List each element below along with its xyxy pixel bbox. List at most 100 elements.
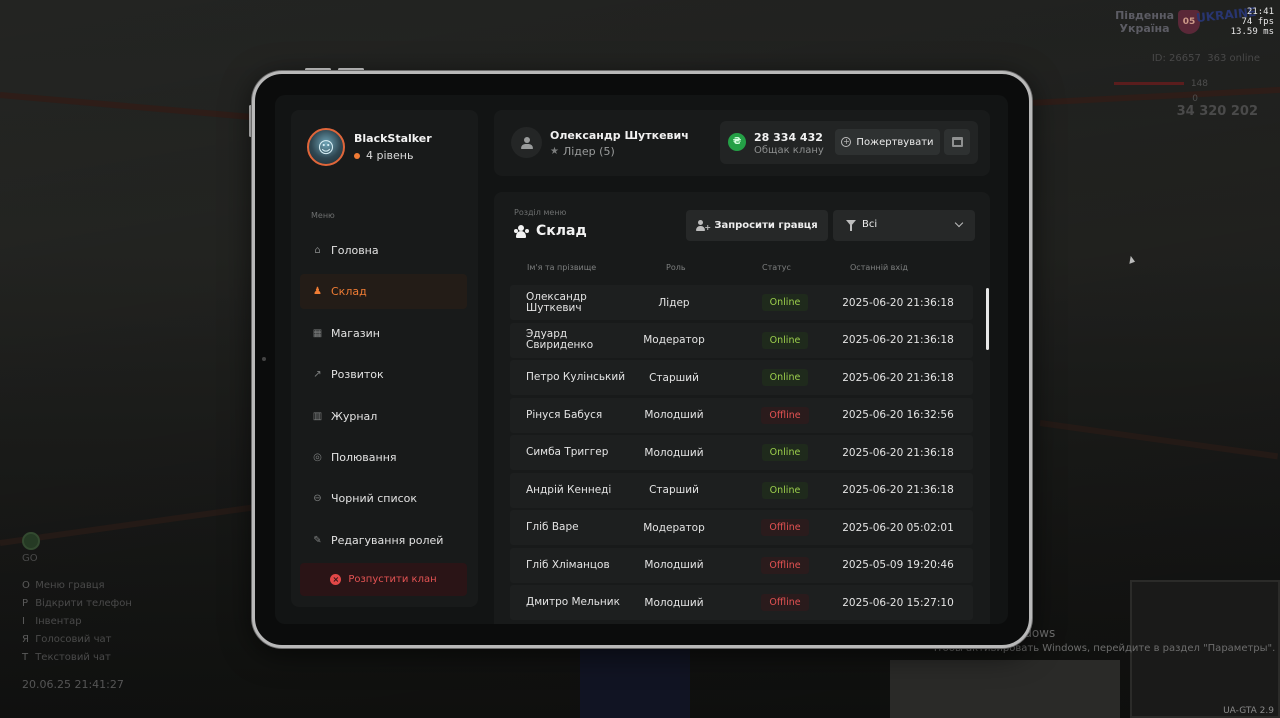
leader-role: ★ Лідер (5) [550, 145, 615, 158]
table-row[interactable]: Эдуард Свириденко Модератор Online 2025-06-… [510, 322, 973, 358]
column-header-name: Ім'я та прізвище [527, 263, 597, 272]
chart-icon: ↗ [313, 369, 322, 381]
member-last-login: 2025-06-20 21:36:18 [842, 296, 954, 309]
sidebar-item[interactable]: ↗ Розвиток [300, 357, 467, 392]
datetime: 20.06.25 21:41:27 [22, 678, 124, 691]
member-last-login: 2025-06-20 21:36:18 [842, 446, 954, 459]
table-scrollbar[interactable] [986, 288, 989, 350]
member-name: Рінуся Бабуся [526, 408, 603, 421]
table-row[interactable]: Гліб Варе Модератор Offline 2025-06-20 05:0… [510, 510, 973, 545]
sidebar-item[interactable]: ✎ Редагування ролей [300, 523, 467, 558]
member-last-login: 2025-06-20 21:36:18 [842, 334, 954, 346]
table-row[interactable]: Олександр Шуткевич Лідер Online 2025-06-20 … [510, 285, 973, 320]
member-role: Старший [649, 371, 699, 384]
status-badge: Online [761, 331, 809, 349]
clock: 21:41 [1246, 7, 1274, 17]
target-icon: ◎ [313, 451, 322, 463]
sidebar-item[interactable]: ⊖ Чорний список [300, 481, 467, 516]
keybind-hint: T Текстовий чат [22, 652, 111, 663]
clan-treasury: ₴ 28 334 432 Общак клану + Пожертвувати [720, 121, 978, 164]
table-row[interactable]: Симба Триггер Молодший Online 2025-06-20 21… [510, 435, 973, 470]
sidebar-item-label: Редагування ролей [331, 533, 444, 547]
user-icon [511, 127, 542, 158]
table-row[interactable]: Рінуся Бабуся Молодший Offline 2025-06-20 1… [510, 397, 973, 433]
radio-label: GO [22, 553, 38, 564]
keybind-label: Текстовий чат [35, 652, 111, 663]
armor-value: 0 [1192, 94, 1198, 104]
member-last-login: 2025-05-09 19:20:46 [842, 559, 954, 571]
section-caption: Розділ меню [514, 208, 567, 217]
status-badge: Offline [761, 594, 809, 611]
role-edit-icon: ✎ [313, 534, 322, 546]
region-label: Південна Україна [1115, 9, 1174, 35]
dissolve-clan-button[interactable]: × Розпустити клан [300, 563, 467, 596]
storage-button[interactable] [944, 129, 970, 155]
performance-stats: 21:41 74 fps 13.59 ms [1231, 7, 1274, 37]
member-status-cell: Online [736, 285, 834, 320]
health-value: 148 [1190, 79, 1208, 89]
column-header-role: Роль [666, 263, 686, 272]
sidebar-item[interactable]: ▦ Магазин [300, 316, 467, 351]
member-last-login: 2025-06-20 21:36:18 [842, 484, 954, 496]
members-panel: Розділ меню Склад + Запросити гравця Всі… [494, 192, 990, 624]
status-filter-select[interactable]: Всі [833, 210, 975, 241]
table-row[interactable]: Дмитро Мельник Молодший Offline 2025-06-20 … [510, 585, 973, 620]
table-row[interactable]: Гліб Хліманцов Молодший Offline 2025-05-09 … [510, 547, 973, 583]
member-role: Старший [649, 484, 699, 496]
member-name: Олександр Шуткевич [526, 290, 587, 314]
member-last-login: 2025-06-20 05:02:01 [842, 521, 954, 534]
status-badge: Offline [761, 556, 809, 574]
sidebar-menu: ⌂ Головна ♟ Склад ▦ Магазин ↗ Розвиток ▥ Журнал ◎ П… [300, 233, 467, 564]
sidebar-item[interactable]: ◎ Полювання [300, 440, 467, 475]
sidebar-item-label: Склад [331, 285, 367, 299]
add-user-icon: + [696, 220, 711, 232]
sidebar: ☺ BlackStalker 4 рівень Меню ⌂ Головна ♟ Ск… [291, 110, 478, 607]
tablet-camera [262, 357, 266, 361]
sidebar-item[interactable]: ⌂ Головна [300, 233, 467, 268]
profile-card: ☺ BlackStalker 4 рівень [307, 128, 432, 166]
member-role: Молодший [644, 446, 704, 459]
journal-icon: ▥ [312, 410, 323, 422]
player-info: ID: 26657 363 online [1151, 53, 1260, 64]
column-header-status: Статус [762, 263, 791, 272]
profile-level: 4 рівень [354, 149, 432, 162]
plus-circle-icon: + [841, 137, 852, 147]
member-status-cell: Offline [736, 510, 834, 545]
donate-button[interactable]: + Пожертвувати [835, 129, 940, 155]
keybind-key: Я [22, 634, 29, 645]
sidebar-item[interactable]: ▥ Журнал [300, 399, 467, 434]
member-status-cell: Offline [736, 398, 834, 433]
keybind-label: Меню гравця [35, 580, 105, 591]
coin-icon: ₴ [728, 133, 746, 151]
level-dot-icon [354, 152, 360, 159]
members-table[interactable]: Олександр Шуткевич Лідер Online 2025-06-20 … [510, 285, 973, 624]
member-name: Андрій Кеннеді [526, 483, 612, 496]
sidebar-item[interactable]: ♟ Склад [300, 274, 467, 310]
sidebar-item-label: Головна [331, 244, 379, 257]
leader-name: Олександр Шуткевич [550, 129, 689, 142]
table-row[interactable]: Андрій Кеннеді Старший Online 2025-06-20 21… [510, 472, 973, 508]
invite-player-button[interactable]: + Запросити гравця [686, 210, 828, 241]
keybind-key: T [22, 652, 29, 663]
table-row[interactable]: Петро Кулінський Старший Online 2025-06-20 … [510, 360, 973, 395]
keybind-hint: O Меню гравця [22, 580, 105, 591]
character-legs [580, 648, 690, 718]
keybind-hint: I Інвентар [22, 616, 82, 627]
member-last-login: 2025-06-20 15:27:10 [842, 596, 954, 609]
member-role: Молодший [644, 409, 704, 421]
member-status-cell: Offline [736, 548, 834, 583]
member-status-cell: Online [736, 435, 834, 470]
section-title: Склад [514, 223, 587, 239]
status-badge: Online [761, 444, 809, 461]
status-badge: Offline [761, 406, 809, 424]
members-icon [514, 224, 529, 238]
keybind-label: Голосовий чат [35, 634, 112, 645]
treasury-label: Общак клану [754, 145, 824, 156]
member-name: Гліб Хліманцов [526, 558, 610, 571]
ping-counter: 13.59 ms [1230, 27, 1274, 37]
keybind-hint: P Відкрити телефон [22, 598, 132, 609]
furniture [890, 660, 1120, 718]
keybind-label: Відкрити телефон [35, 598, 132, 609]
member-last-login: 2025-06-20 16:32:56 [842, 409, 954, 421]
clan-tablet-screen: ☺ BlackStalker 4 рівень Меню ⌂ Головна ♟ Ск… [275, 95, 1008, 624]
